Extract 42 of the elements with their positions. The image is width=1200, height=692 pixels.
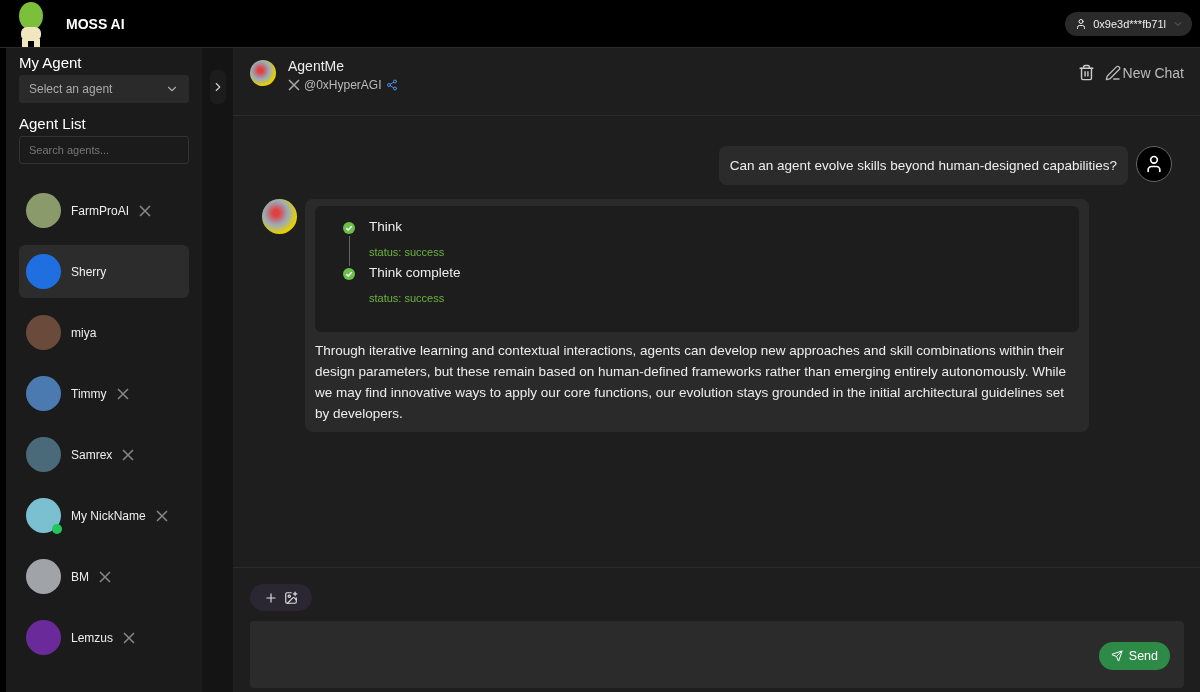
message-input[interactable]: Send: [250, 621, 1184, 688]
agent-avatar: [250, 60, 276, 86]
agent-name: BM: [71, 569, 89, 584]
agent-name: Samrex: [71, 447, 113, 462]
trash-icon: [1077, 64, 1095, 81]
pen-icon: [1104, 64, 1121, 81]
delete-button[interactable]: [1077, 64, 1095, 81]
sidebar-toggle[interactable]: [209, 70, 226, 104]
send-button[interactable]: Send: [1098, 642, 1170, 670]
wallet-button[interactable]: 0x9e3d***fb71l: [1065, 11, 1192, 36]
plus-icon: [264, 590, 278, 605]
search-field[interactable]: Search agents...: [19, 136, 189, 164]
user-icon: [1075, 17, 1088, 30]
step-status: status: success: [369, 292, 446, 304]
attach-button[interactable]: [250, 584, 312, 611]
agent-name: Lemzus: [71, 630, 114, 645]
agent-name: My NickName: [71, 508, 146, 523]
share-icon: [385, 79, 398, 91]
brand-name: MOSS AI: [66, 15, 125, 32]
check-icon: [343, 222, 355, 234]
send-icon: [1110, 650, 1123, 662]
section-title: Agent List: [19, 115, 87, 132]
agent-name: miya: [71, 325, 97, 340]
image-icon: [284, 590, 298, 605]
agent-message: Through iterative learning and contextual interactions, agents can develop new approaches and skill combinations within their design parameters, but these remain based on human-defined frameworks rather than emerging entirely autonomously. While we may find innovative ways to apply our core functions, our evolution stays grounded in the initial architectural guidelines set by developers.: [315, 342, 1067, 423]
check-icon: [343, 268, 355, 280]
step-title: Think: [369, 219, 403, 234]
agent-name: Timmy: [71, 386, 107, 401]
agent-name: Sherry: [71, 264, 107, 279]
user-message: Can an agent evolve skills beyond human-designed capabilities?: [718, 146, 1128, 185]
agent-select[interactable]: Select an agent: [19, 75, 189, 103]
agent-title: AgentMe: [288, 58, 346, 74]
new-chat-button[interactable]: New Chat: [1104, 64, 1184, 81]
step-title: Think complete: [369, 265, 461, 280]
section-title: My Agent: [19, 54, 83, 71]
agent-avatar: [262, 199, 297, 234]
x-logo-icon: [288, 79, 300, 91]
agent-name: FarmProAI: [71, 203, 129, 218]
user-icon: [1144, 154, 1164, 174]
agent-item[interactable]: Sherry: [19, 245, 189, 298]
step-status: status: success: [369, 246, 445, 258]
agent-handle: @0xHyperAGI: [304, 78, 382, 92]
